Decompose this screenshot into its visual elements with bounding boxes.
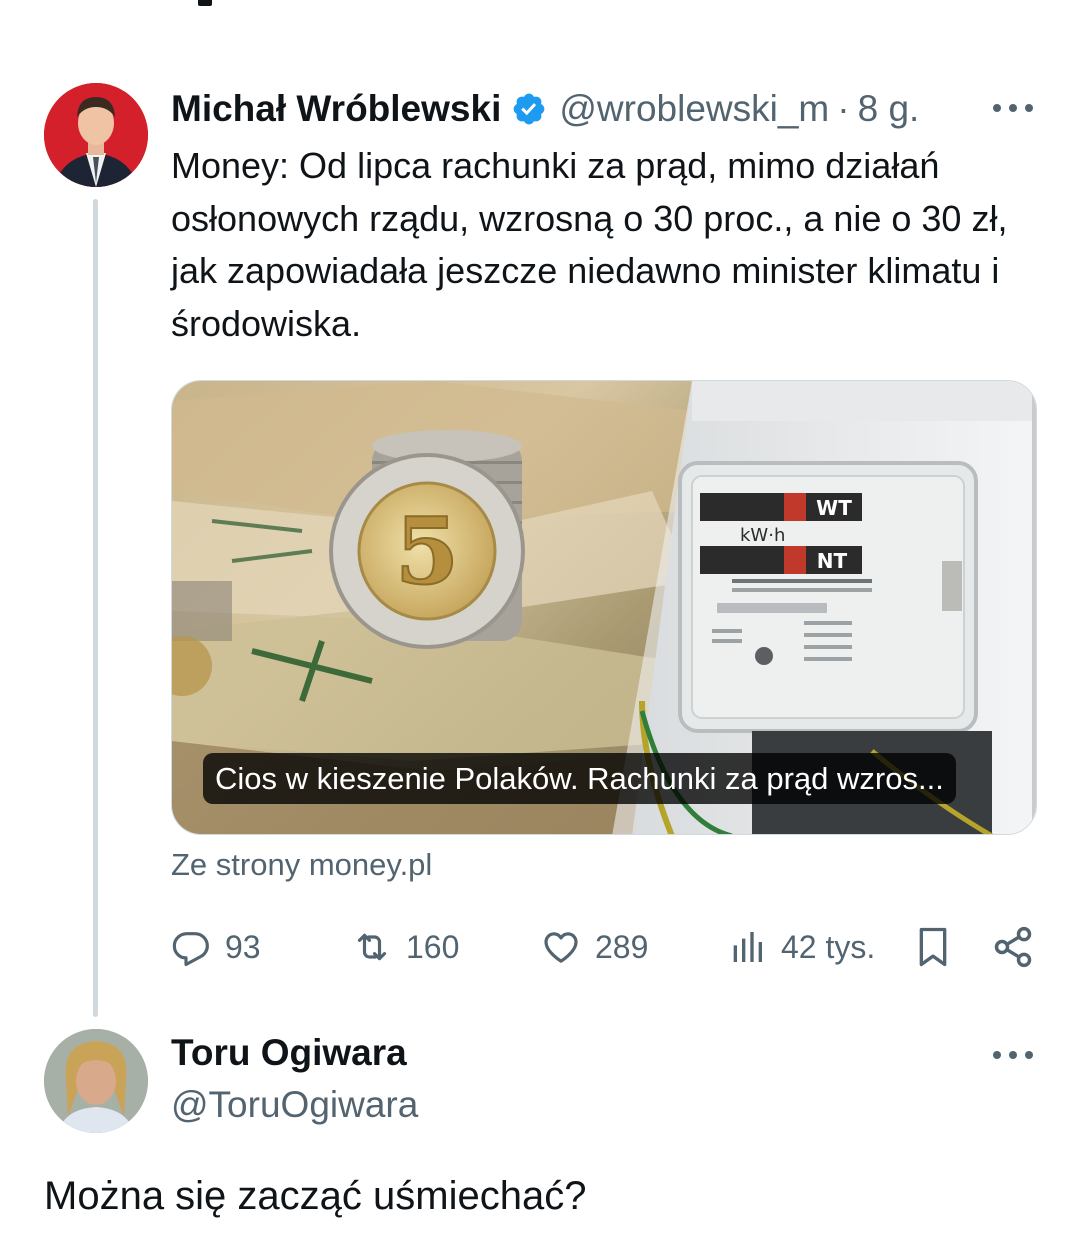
reply-button[interactable]: 93 <box>171 922 261 972</box>
like-icon <box>544 932 578 963</box>
avatar[interactable] <box>44 1029 148 1133</box>
card-title[interactable]: Cios w kieszenie Polaków. Rachunki za pr… <box>203 753 956 804</box>
more-icon[interactable] <box>990 1040 1036 1070</box>
card-source[interactable]: Ze strony money.pl <box>171 847 432 883</box>
meter-wt-label: WT <box>816 496 852 520</box>
share-icon[interactable] <box>991 925 1035 969</box>
coin-value: 5 <box>395 497 459 605</box>
author-handle[interactable]: @wroblewski_m <box>559 88 829 130</box>
reply-icon <box>172 932 209 967</box>
avatar[interactable] <box>44 83 148 187</box>
cut-off-text-fragment <box>198 0 212 6</box>
like-button[interactable]: 289 <box>541 922 648 972</box>
views-button[interactable]: 42 tys. <box>727 922 875 972</box>
separator-dot: · <box>837 88 850 129</box>
link-preview-card[interactable]: 5 WT kW·h NT Cios w kieszenie Polaków. R… <box>171 380 1037 835</box>
retweet-icon <box>357 933 387 961</box>
reply-author-handle[interactable]: @ToruOgiwara <box>171 1084 418 1126</box>
thread-connector-line <box>93 199 98 1017</box>
tweet-timestamp[interactable]: 8 g. <box>858 88 920 130</box>
retweet-button[interactable]: 160 <box>352 922 459 972</box>
meter-nt-label: NT <box>817 549 848 573</box>
verified-badge-icon <box>513 93 545 125</box>
tweet-thread-screen: Michał Wróblewski @wroblewski_m · 8 g. M… <box>0 0 1080 1255</box>
tweet-header: Michał Wróblewski @wroblewski_m · 8 g. <box>171 84 919 134</box>
bookmark-icon[interactable] <box>913 925 953 969</box>
views-icon <box>733 932 762 962</box>
author-name[interactable]: Michał Wróblewski <box>171 88 501 130</box>
reply-author-name[interactable]: Toru Ogiwara <box>171 1032 407 1074</box>
reply-count: 93 <box>225 928 261 965</box>
more-icon[interactable] <box>990 93 1036 123</box>
reply-text: Można się zacząć uśmiechać? <box>44 1174 587 1218</box>
like-count: 289 <box>595 928 649 965</box>
tweet-text: Money: Od lipca rachunki za prąd, mimo d… <box>171 145 1008 344</box>
views-count: 42 tys. <box>781 928 876 965</box>
meter-unit-label: kW·h <box>740 525 785 546</box>
retweet-count: 160 <box>406 928 460 965</box>
